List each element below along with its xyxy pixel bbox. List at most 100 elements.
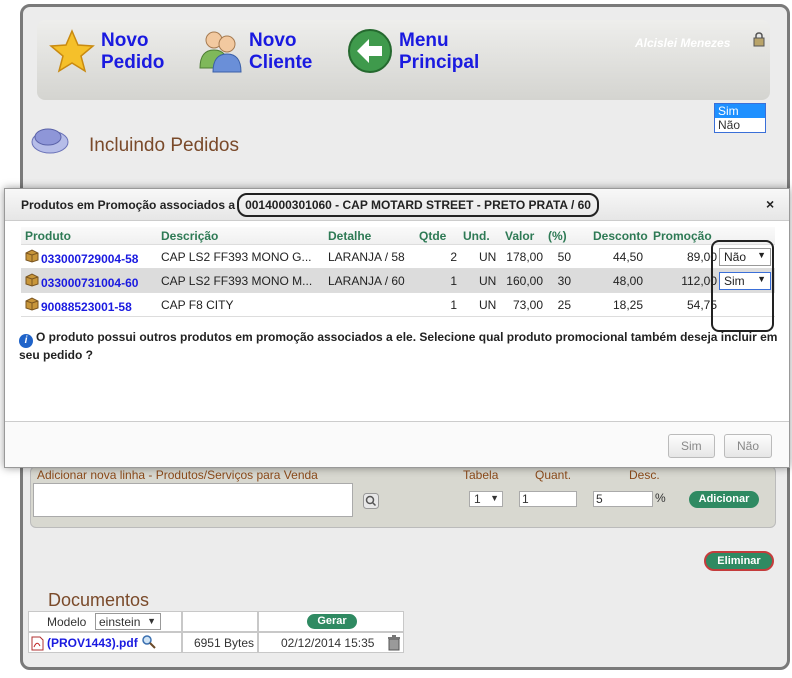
file-link[interactable]: (PROV1443).pdf (47, 636, 138, 650)
modal-title-product: 0014000301060 - CAP MOTARD STREET - PRET… (237, 193, 599, 217)
choice-select[interactable]: Não ▼ (719, 248, 771, 266)
file-date: 02/12/2014 15:35 (281, 636, 375, 650)
row-pct: 25 (557, 298, 571, 312)
date-cell: 02/12/2014 15:35 (258, 632, 404, 653)
back-arrow-icon (348, 29, 392, 73)
col-promocao[interactable]: Promoção (653, 229, 712, 243)
table-row[interactable]: 90088523001-58 CAP F8 CITY 1 UN 73,00 25 18,25… (21, 293, 775, 317)
menu-principal-label: Menu Principal (399, 30, 480, 73)
choice-dropdown-list[interactable]: Sim Não (714, 103, 766, 133)
row-unit: UN (479, 274, 497, 288)
choice-select[interactable]: Sim ▼ (719, 272, 771, 290)
row-pct: 50 (557, 250, 571, 264)
choice-value: Não (724, 250, 747, 264)
modal-title-prefix: Produtos em Promoção associados a (21, 198, 236, 212)
pct-sign: % (655, 491, 666, 505)
gerar-button[interactable]: Gerar (307, 614, 357, 629)
col-produto[interactable]: Produto (25, 229, 71, 243)
adicionar-button[interactable]: Adicionar (689, 491, 759, 508)
package-icon (25, 273, 39, 287)
tabela-select[interactable]: 1 ▼ (469, 491, 503, 507)
modelo-label: Modelo (47, 615, 87, 629)
row-detail: LARANJA / 60 (328, 274, 405, 288)
product-search-input[interactable] (33, 483, 353, 517)
desc-input[interactable]: 5 (593, 491, 653, 507)
order-icon (31, 128, 69, 154)
quant-input[interactable]: 1 (519, 491, 577, 507)
sim-button[interactable]: Sim (668, 434, 715, 458)
modelo-value: einstein (99, 615, 141, 629)
search-icon[interactable] (363, 493, 379, 509)
row-qty: 1 (450, 274, 457, 288)
documents-table: Modelo einstein ▼ Gerar (PROV1443).pdf 6… (28, 611, 404, 653)
row-unit: UN (479, 250, 497, 264)
product-code-link[interactable]: 033000729004-58 (41, 252, 138, 266)
package-icon (25, 297, 39, 311)
dropdown-option-sim[interactable]: Sim (715, 104, 765, 118)
promotion-grid: Produto Descrição Detalhe Qtde Und. Valo… (21, 227, 775, 317)
file-size: 6951 Bytes (193, 636, 254, 650)
row-qty: 2 (450, 250, 457, 264)
size-cell: 6951 Bytes (182, 632, 258, 653)
desc-label: Desc. (629, 468, 660, 482)
row-desconto: 18,25 (612, 298, 643, 312)
table-row[interactable]: 033000729004-58 CAP LS2 FF393 MONO G... LA… (21, 245, 775, 269)
col-und[interactable]: Und. (463, 229, 490, 243)
novo-cliente-label: Novo Cliente (249, 30, 313, 73)
chevron-down-icon: ▼ (490, 493, 499, 503)
row-valor: 160,00 (506, 274, 543, 288)
tabela-value: 1 (474, 492, 481, 506)
eliminar-button[interactable]: Eliminar (704, 551, 774, 571)
lock-icon[interactable] (753, 32, 765, 47)
row-promocao: 54,75 (686, 298, 717, 312)
dropdown-option-nao[interactable]: Não (715, 118, 765, 132)
trash-icon[interactable] (387, 635, 401, 651)
empty-cell (182, 611, 258, 632)
col-valor[interactable]: Valor (505, 229, 534, 243)
row-valor: 178,00 (506, 250, 543, 264)
file-cell: (PROV1443).pdf (28, 632, 182, 653)
nao-button[interactable]: Não (724, 434, 773, 458)
menu-principal-button[interactable]: Menu Principal (347, 28, 517, 78)
gerar-cell: Gerar (258, 611, 404, 632)
chevron-down-icon: ▼ (757, 274, 766, 284)
add-line-header: Adicionar nova linha - Produtos/Serviços… (37, 468, 318, 482)
table-row[interactable]: 033000731004-60 CAP LS2 FF393 MONO M... LA… (21, 269, 775, 293)
grid-header: Produto Descrição Detalhe Qtde Und. Valo… (21, 227, 775, 245)
row-description: CAP LS2 FF393 MONO M... (161, 274, 313, 288)
row-promocao: 89,00 (686, 250, 717, 264)
promotion-modal: Produtos em Promoção associados a 0014000… (4, 188, 790, 468)
novo-pedido-label: Novo Pedido (101, 30, 165, 73)
page-title: Incluindo Pedidos (89, 135, 239, 156)
pdf-icon (31, 636, 44, 651)
col-descricao[interactable]: Descrição (161, 229, 218, 243)
modelo-select[interactable]: einstein ▼ (95, 613, 161, 630)
row-detail: LARANJA / 58 (328, 250, 405, 264)
top-nav-bar: Novo Pedido Novo Cliente Menu Principal … (37, 20, 770, 100)
row-desconto: 44,50 (612, 250, 643, 264)
close-icon[interactable]: × (766, 196, 774, 212)
package-icon (25, 249, 39, 263)
row-qty: 1 (450, 298, 457, 312)
magnifier-icon[interactable] (141, 634, 157, 650)
row-desconto: 48,00 (612, 274, 643, 288)
novo-pedido-button[interactable]: Novo Pedido (49, 28, 199, 78)
row-description: CAP F8 CITY (161, 298, 234, 312)
choice-value: Sim (724, 274, 745, 288)
documentos-title: Documentos (48, 590, 150, 610)
row-promocao: 112,00 (681, 274, 717, 288)
col-detalhe[interactable]: Detalhe (328, 229, 371, 243)
info-icon: i (19, 334, 33, 348)
col-pct[interactable]: (%) (548, 229, 567, 243)
novo-cliente-button[interactable]: Novo Cliente (197, 28, 347, 78)
product-code-link[interactable]: 90088523001-58 (41, 300, 132, 314)
chevron-down-icon: ▼ (147, 616, 156, 626)
chevron-down-icon: ▼ (757, 250, 766, 260)
modelo-cell: Modelo einstein ▼ (28, 611, 182, 632)
tabela-label: Tabela (463, 468, 499, 482)
product-code-link[interactable]: 033000731004-60 (41, 276, 138, 290)
col-desconto[interactable]: Desconto (593, 229, 648, 243)
row-unit: UN (479, 298, 497, 312)
col-qtde[interactable]: Qtde (419, 229, 446, 243)
modal-footer: Sim Não (5, 421, 789, 467)
